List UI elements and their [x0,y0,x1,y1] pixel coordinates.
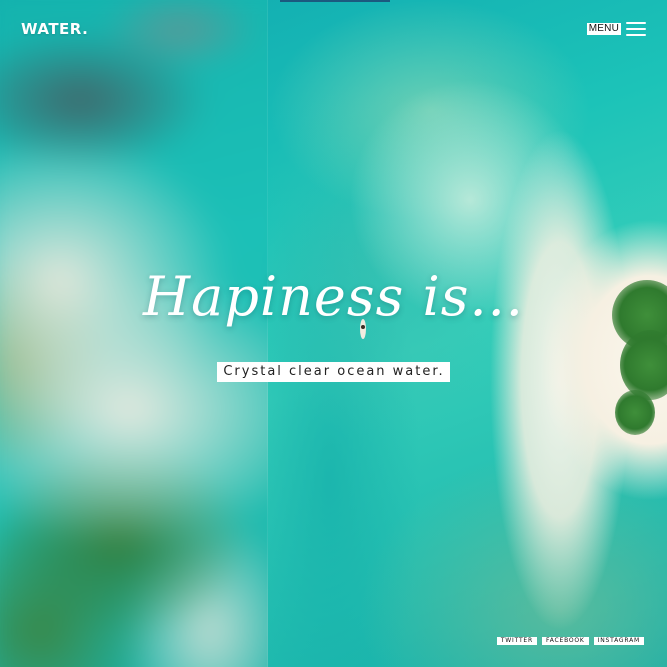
page: WATER. MENU Hapiness is... Crystal clear… [0,0,667,667]
hero-subtitle-wrap: Crystal clear ocean water. [0,362,667,382]
twitter-link[interactable]: TWITTER [496,637,537,645]
site-logo[interactable]: WATER. [21,20,88,38]
hero-title: Hapiness is... [143,265,524,328]
social-links: TWITTER FACEBOOK INSTAGRAM [496,637,644,645]
top-progress-line [280,0,390,2]
facebook-link[interactable]: FACEBOOK [542,637,589,645]
panel-divider [267,0,268,667]
menu-label[interactable]: MENU [586,23,621,35]
hamburger-menu-icon[interactable] [626,22,646,36]
blurred-background-panel [0,0,268,667]
island-vegetation [615,390,655,435]
menu-button[interactable]: MENU [586,22,646,36]
hero-subtitle: Crystal clear ocean water. [217,362,450,382]
instagram-link[interactable]: INSTAGRAM [593,637,644,645]
